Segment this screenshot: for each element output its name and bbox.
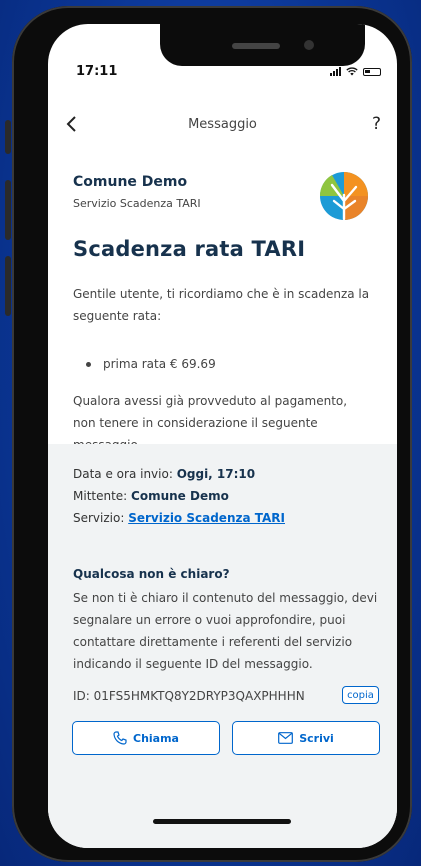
help-section-title: Qualcosa non è chiaro? [73,567,230,581]
service-name: Servizio Scadenza TARI [73,197,201,210]
message-id: ID: 01FS5HMKTQ8Y2DRYP3QAXPHHHN [73,689,305,703]
phone-screen: 17:11 Messaggio ? Comune Demo Servizio S… [48,24,397,848]
battery-icon [363,67,381,76]
list-item-text: prima rata € 69.69 [103,357,216,371]
signal-icon [330,67,341,76]
sender-value: Comune Demo [131,489,229,503]
navigation-bar: Messaggio ? [48,114,397,138]
wifi-icon [346,67,358,76]
write-button-label: Scrivi [299,731,334,745]
envelope-icon [278,732,294,744]
phone-side-button-volume-down [5,256,11,316]
phone-side-button-volume-up [5,180,11,240]
page-title: Messaggio [188,117,257,132]
message-intro: Gentile utente, ti ricordiamo che è in s… [73,287,370,323]
phone-frame: 17:11 Messaggio ? Comune Demo Servizio S… [12,6,412,862]
write-button[interactable]: Scrivi [232,721,380,755]
copy-id-button[interactable]: copia [342,686,379,704]
phone-side-button-mute [5,120,11,154]
front-camera [304,40,314,50]
help-button[interactable]: ? [372,114,381,134]
service-row: Servizio: Servizio Scadenza TARI [73,511,285,525]
service-label: Servizio: [73,511,129,525]
message-title: Scadenza rata TARI [73,237,306,261]
call-button[interactable]: Chiama [72,721,220,755]
speaker-grille [232,43,280,49]
service-link[interactable]: Servizio Scadenza TARI [128,511,285,525]
sent-date-value: Oggi, 17:10 [176,467,256,481]
sent-date-label: Data e ora invio: [73,467,177,481]
comune-logo-icon [319,172,368,221]
sender-row: Mittente: Comune Demo [73,489,229,503]
sender-name: Comune Demo [73,174,188,190]
status-icons [330,67,381,76]
phone-notch [160,24,365,66]
sent-date-row: Data e ora invio: Oggi, 17:10 [73,467,255,481]
sender-label: Mittente: [73,489,132,503]
home-indicator[interactable] [153,819,291,824]
help-section-text: Se non ti è chiaro il contenuto del mess… [73,591,378,671]
list-item: prima rata € 69.69 [86,357,216,371]
bullet-icon [86,361,91,367]
call-button-label: Chiama [133,731,179,745]
message-details-panel: Data e ora invio: Oggi, 17:10 Mittente: … [48,444,397,848]
status-time: 17:11 [76,64,118,79]
phone-icon [113,731,127,745]
